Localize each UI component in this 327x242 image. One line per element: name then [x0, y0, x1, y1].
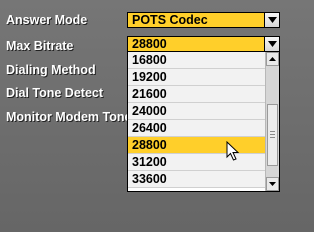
answer-mode-value: POTS Codec	[132, 13, 208, 27]
grip-line	[270, 134, 275, 135]
torn-edge-right	[314, 0, 327, 242]
chevron-up-icon	[269, 57, 276, 61]
grip-line	[270, 137, 275, 138]
bitrate-option[interactable]: 24000	[128, 103, 265, 120]
answer-mode-dropdown-button[interactable]	[264, 13, 279, 27]
dial-tone-detect-label: Dial Tone Detect	[6, 86, 104, 100]
max-bitrate-select[interactable]: 28800	[127, 36, 280, 52]
dropdown-scrollbar[interactable]	[265, 52, 279, 191]
scroll-down-button[interactable]	[266, 177, 279, 191]
answer-mode-select[interactable]: POTS Codec	[127, 12, 280, 28]
chevron-down-icon	[268, 17, 277, 23]
grip-line	[270, 131, 275, 132]
bitrate-option[interactable]: 21600	[128, 86, 265, 103]
chevron-down-icon	[268, 41, 277, 47]
scroll-up-button[interactable]	[266, 52, 279, 66]
max-bitrate-dropdown-button[interactable]	[264, 37, 279, 51]
bitrate-option[interactable]: 26400	[128, 120, 265, 137]
scroll-thumb[interactable]	[267, 104, 278, 166]
chevron-down-icon	[269, 182, 276, 186]
monitor-modem-tone-label: Monitor Modem Tone	[6, 110, 132, 124]
bitrate-option[interactable]: 33600	[128, 171, 265, 188]
answer-mode-label: Answer Mode	[6, 13, 88, 27]
bitrate-option-selected[interactable]: 28800	[128, 137, 265, 154]
max-bitrate-value: 28800	[132, 37, 167, 51]
mouse-pointer-icon	[226, 141, 240, 161]
torn-edge-bottom	[0, 232, 327, 242]
dialing-method-label: Dialing Method	[6, 63, 96, 77]
bitrate-option[interactable]: 16800	[128, 52, 265, 69]
bitrate-option[interactable]: 19200	[128, 69, 265, 86]
bitrate-dropdown-list[interactable]: 16800 19200 21600 24000 26400 28800 3120…	[127, 51, 280, 192]
bitrate-option[interactable]: 31200	[128, 154, 265, 171]
max-bitrate-label: Max Bitrate	[6, 39, 74, 53]
